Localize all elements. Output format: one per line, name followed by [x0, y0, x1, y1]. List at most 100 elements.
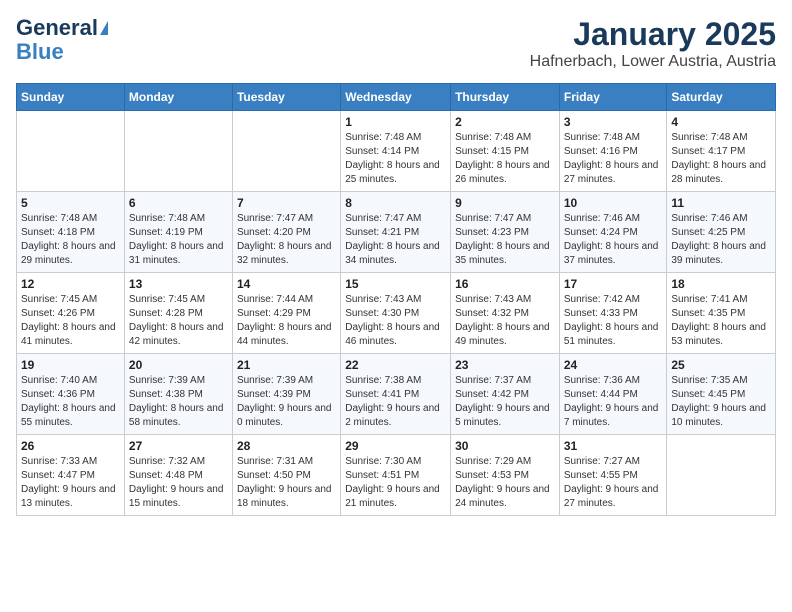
- table-row: 13Sunrise: 7:45 AM Sunset: 4:28 PM Dayli…: [124, 273, 232, 354]
- day-number: 6: [129, 196, 228, 210]
- table-row: 1 Sunrise: 7:48 AM Sunset: 4:14 PM Daylig…: [341, 111, 451, 192]
- table-row: [667, 435, 776, 516]
- day-number: 2: [455, 115, 555, 129]
- table-row: 15 Sunrise: 7:43 AM Sunset: 4:30 PM Dayli…: [341, 273, 451, 354]
- day-info: Sunrise: 7:48 AM Sunset: 4:14 PM Dayligh…: [345, 131, 446, 187]
- day-info: Sunrise: 7:48 AM Sunset: 4:19 PM Dayligh…: [129, 212, 228, 268]
- day-number: 1: [345, 115, 446, 129]
- day-number: 5: [21, 196, 120, 210]
- day-info: Sunrise: 7:27 AM Sunset: 4:55 PM Dayligh…: [564, 455, 663, 511]
- table-row: 30 Sunrise: 7:29 AM Sunset: 4:53 PM Dayli…: [451, 435, 560, 516]
- day-number: 12: [21, 277, 120, 291]
- table-row: 11 Sunrise: 7:46 AM Sunset: 4:25 PM Dayli…: [667, 192, 776, 273]
- day-number: 16: [455, 277, 555, 291]
- day-info: Sunrise: 7:44 AM Sunset: 4:29 PM Dayligh…: [237, 293, 336, 349]
- day-number: 15: [345, 277, 446, 291]
- logo-triangle-icon: [100, 21, 108, 35]
- day-info: Sunrise: 7:42 AM Sunset: 4:33 PM Dayligh…: [564, 293, 663, 349]
- col-thursday: Thursday: [451, 84, 560, 111]
- day-number: 9: [455, 196, 555, 210]
- calendar-week-2: 5 Sunrise: 7:48 AM Sunset: 4:18 PM Daylig…: [17, 192, 776, 273]
- day-info: Sunrise: 7:46 AM Sunset: 4:24 PM Dayligh…: [564, 212, 663, 268]
- table-row: 27Sunrise: 7:32 AM Sunset: 4:48 PM Dayli…: [124, 435, 232, 516]
- col-friday: Friday: [559, 84, 667, 111]
- day-info: Sunrise: 7:47 AM Sunset: 4:23 PM Dayligh…: [455, 212, 555, 268]
- day-info: Sunrise: 7:48 AM Sunset: 4:18 PM Dayligh…: [21, 212, 120, 268]
- day-info: Sunrise: 7:47 AM Sunset: 4:20 PM Dayligh…: [237, 212, 336, 268]
- day-info: Sunrise: 7:41 AM Sunset: 4:35 PM Dayligh…: [671, 293, 771, 349]
- day-number: 25: [671, 358, 771, 372]
- table-row: 18Sunrise: 7:41 AM Sunset: 4:35 PM Dayli…: [667, 273, 776, 354]
- page-header: General Blue January 2025 Hafnerbach, Lo…: [16, 16, 776, 71]
- table-row: 6 Sunrise: 7:48 AM Sunset: 4:19 PM Daylig…: [124, 192, 232, 273]
- day-number: 29: [345, 439, 446, 453]
- day-info: Sunrise: 7:33 AM Sunset: 4:47 PM Dayligh…: [21, 455, 120, 511]
- table-row: 21 Sunrise: 7:39 AM Sunset: 4:39 PM Dayli…: [232, 354, 340, 435]
- day-info: Sunrise: 7:47 AM Sunset: 4:21 PM Dayligh…: [345, 212, 446, 268]
- table-row: 3Sunrise: 7:48 AM Sunset: 4:16 PM Daylig…: [559, 111, 667, 192]
- day-info: Sunrise: 7:48 AM Sunset: 4:15 PM Dayligh…: [455, 131, 555, 187]
- table-row: 4 Sunrise: 7:48 AM Sunset: 4:17 PM Daylig…: [667, 111, 776, 192]
- table-row: 19 Sunrise: 7:40 AM Sunset: 4:36 PM Dayli…: [17, 354, 125, 435]
- table-row: 25 Sunrise: 7:35 AM Sunset: 4:45 PM Dayli…: [667, 354, 776, 435]
- day-info: Sunrise: 7:48 AM Sunset: 4:17 PM Dayligh…: [671, 131, 771, 187]
- table-row: 29 Sunrise: 7:30 AM Sunset: 4:51 PM Dayli…: [341, 435, 451, 516]
- calendar-header-row: Sunday Monday Tuesday Wednesday Thursday…: [17, 84, 776, 111]
- calendar-week-4: 19 Sunrise: 7:40 AM Sunset: 4:36 PM Dayli…: [17, 354, 776, 435]
- col-wednesday: Wednesday: [341, 84, 451, 111]
- day-info: Sunrise: 7:39 AM Sunset: 4:39 PM Dayligh…: [237, 374, 336, 430]
- table-row: 17 Sunrise: 7:42 AM Sunset: 4:33 PM Dayli…: [559, 273, 667, 354]
- day-info: Sunrise: 7:30 AM Sunset: 4:51 PM Dayligh…: [345, 455, 446, 511]
- day-number: 10: [564, 196, 663, 210]
- calendar-week-1: 1 Sunrise: 7:48 AM Sunset: 4:14 PM Daylig…: [17, 111, 776, 192]
- day-info: Sunrise: 7:43 AM Sunset: 4:32 PM Dayligh…: [455, 293, 555, 349]
- day-number: 20: [129, 358, 228, 372]
- table-row: 28 Sunrise: 7:31 AM Sunset: 4:50 PM Dayli…: [232, 435, 340, 516]
- calendar-week-3: 12 Sunrise: 7:45 AM Sunset: 4:26 PM Dayli…: [17, 273, 776, 354]
- day-number: 17: [564, 277, 663, 291]
- calendar-table: Sunday Monday Tuesday Wednesday Thursday…: [16, 83, 776, 516]
- table-row: [232, 111, 340, 192]
- table-row: 31 Sunrise: 7:27 AM Sunset: 4:55 PM Dayli…: [559, 435, 667, 516]
- col-monday: Monday: [124, 84, 232, 111]
- day-number: 31: [564, 439, 663, 453]
- col-tuesday: Tuesday: [232, 84, 340, 111]
- table-row: 7Sunrise: 7:47 AM Sunset: 4:20 PM Daylig…: [232, 192, 340, 273]
- day-info: Sunrise: 7:36 AM Sunset: 4:44 PM Dayligh…: [564, 374, 663, 430]
- day-number: 11: [671, 196, 771, 210]
- day-info: Sunrise: 7:35 AM Sunset: 4:45 PM Dayligh…: [671, 374, 771, 430]
- day-info: Sunrise: 7:45 AM Sunset: 4:26 PM Dayligh…: [21, 293, 120, 349]
- day-info: Sunrise: 7:40 AM Sunset: 4:36 PM Dayligh…: [21, 374, 120, 430]
- table-row: 12 Sunrise: 7:45 AM Sunset: 4:26 PM Dayli…: [17, 273, 125, 354]
- day-number: 21: [237, 358, 336, 372]
- day-info: Sunrise: 7:38 AM Sunset: 4:41 PM Dayligh…: [345, 374, 446, 430]
- col-saturday: Saturday: [667, 84, 776, 111]
- day-number: 4: [671, 115, 771, 129]
- day-number: 30: [455, 439, 555, 453]
- table-row: 23 Sunrise: 7:37 AM Sunset: 4:42 PM Dayli…: [451, 354, 560, 435]
- table-row: 9 Sunrise: 7:47 AM Sunset: 4:23 PM Daylig…: [451, 192, 560, 273]
- day-number: 22: [345, 358, 446, 372]
- table-row: 24 Sunrise: 7:36 AM Sunset: 4:44 PM Dayli…: [559, 354, 667, 435]
- day-number: 19: [21, 358, 120, 372]
- day-info: Sunrise: 7:31 AM Sunset: 4:50 PM Dayligh…: [237, 455, 336, 511]
- day-info: Sunrise: 7:39 AM Sunset: 4:38 PM Dayligh…: [129, 374, 228, 430]
- day-number: 27: [129, 439, 228, 453]
- day-info: Sunrise: 7:43 AM Sunset: 4:30 PM Dayligh…: [345, 293, 446, 349]
- day-info: Sunrise: 7:37 AM Sunset: 4:42 PM Dayligh…: [455, 374, 555, 430]
- day-number: 23: [455, 358, 555, 372]
- table-row: 8 Sunrise: 7:47 AM Sunset: 4:21 PM Daylig…: [341, 192, 451, 273]
- logo-blue: Blue: [16, 40, 64, 64]
- day-number: 28: [237, 439, 336, 453]
- table-row: 20 Sunrise: 7:39 AM Sunset: 4:38 PM Dayli…: [124, 354, 232, 435]
- logo: General Blue: [16, 16, 108, 64]
- day-number: 13: [129, 277, 228, 291]
- day-number: 8: [345, 196, 446, 210]
- table-row: 16 Sunrise: 7:43 AM Sunset: 4:32 PM Dayli…: [451, 273, 560, 354]
- day-info: Sunrise: 7:46 AM Sunset: 4:25 PM Dayligh…: [671, 212, 771, 268]
- day-number: 14: [237, 277, 336, 291]
- day-number: 24: [564, 358, 663, 372]
- day-number: 26: [21, 439, 120, 453]
- table-row: [17, 111, 125, 192]
- day-info: Sunrise: 7:29 AM Sunset: 4:53 PM Dayligh…: [455, 455, 555, 511]
